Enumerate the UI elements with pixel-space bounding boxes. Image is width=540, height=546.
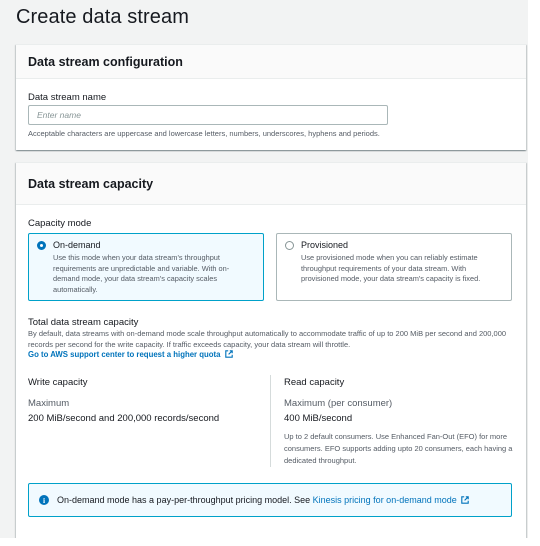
kinesis-pricing-link[interactable]: Kinesis pricing for on-demand mode [313,495,457,505]
read-capacity-heading: Read capacity [284,377,345,388]
on-demand-description: Use this mode when your data stream's th… [53,253,230,294]
configuration-panel-header: Data stream configuration [16,45,526,79]
support-center-link[interactable]: Go to AWS support center to request a hi… [28,350,220,359]
provisioned-description: Use provisioned mode when you can reliab… [301,253,481,283]
write-max-value: 200 MiB/second and 200,000 records/secon… [28,413,220,424]
configuration-heading: Data stream configuration [28,54,183,69]
write-max-label: Maximum [28,398,70,409]
capacity-mode-label: Capacity mode [28,218,92,229]
pricing-info-alert: i On-demand mode has a pay-per-throughpu… [28,483,512,517]
capacity-divider [270,375,271,467]
stream-name-input[interactable] [28,105,388,125]
on-demand-radio[interactable] [37,241,46,250]
read-capacity-note: Up to 2 default consumers. Use Enhanced … [284,432,513,465]
support-link-row: Go to AWS support center to request a hi… [28,350,233,359]
torn-edge-right [528,0,540,546]
pricing-info-text: On-demand mode has a pay-per-throughput … [57,495,470,505]
write-capacity-heading: Write capacity [28,377,88,388]
torn-edge-bottom [0,538,540,546]
capacity-option-on-demand[interactable]: On-demand Use this mode when your data s… [28,233,264,301]
stream-name-label: Data stream name [28,92,107,103]
external-link-icon [461,496,470,504]
capacity-panel-header: Data stream capacity [16,163,526,205]
data-stream-capacity-panel: Data stream capacity Capacity mode On-de… [16,162,526,538]
capacity-option-provisioned[interactable]: Provisioned Use provisioned mode when yo… [276,233,512,301]
pricing-info-message: On-demand mode has a pay-per-throughput … [57,495,313,505]
on-demand-label: On-demand [53,240,101,250]
info-icon: i [39,495,49,505]
stream-name-hint: Acceptable characters are uppercase and … [28,129,380,138]
total-capacity-description: By default, data streams with on-demand … [28,329,507,349]
read-max-label: Maximum (per consumer) [284,398,393,409]
read-max-value: 400 MiB/second [284,413,353,424]
provisioned-radio[interactable] [285,241,294,250]
page-container: Create data stream Data stream configura… [0,0,530,540]
total-capacity-label: Total data stream capacity [28,317,139,328]
data-stream-configuration-panel: Data stream configuration Data stream na… [16,44,526,150]
capacity-heading: Data stream capacity [28,176,154,191]
page-title: Create data stream [16,6,189,28]
provisioned-label: Provisioned [301,240,349,250]
external-link-icon [224,350,233,358]
